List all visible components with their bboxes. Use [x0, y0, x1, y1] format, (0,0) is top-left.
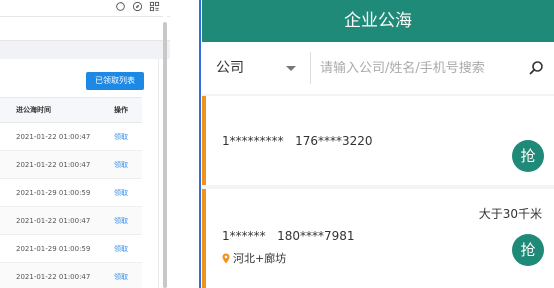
- contact-name-phone: 1********* 176****3220: [222, 134, 373, 148]
- grid-icon[interactable]: [149, 1, 160, 12]
- sea-table: 进公海时间 操作 2021-01-22 01:00:47 领取 2021-01-…: [0, 97, 142, 288]
- filter-dropdown[interactable]: 公司: [216, 42, 244, 94]
- location-text: 河北+廊坊: [233, 252, 287, 265]
- location: 河北+廊坊: [222, 250, 286, 266]
- section-gap: [0, 41, 170, 59]
- list-item[interactable]: 1********* 176****3220 抢: [202, 96, 554, 185]
- search-input[interactable]: [320, 54, 520, 82]
- contact-phone: 180****7981: [277, 229, 355, 243]
- column-header-action: 操作: [114, 106, 128, 114]
- time-cell: 2021-01-29 01:00:59: [16, 244, 91, 253]
- time-cell: 2021-01-22 01:00:47: [16, 132, 91, 141]
- window-divider: [199, 0, 201, 288]
- grab-button[interactable]: 抢: [512, 234, 544, 266]
- table-row: 2021-01-29 01:00:59 领取: [0, 235, 142, 263]
- contact-name: 1******: [222, 229, 266, 243]
- claim-link[interactable]: 领取: [100, 216, 142, 226]
- compass-icon[interactable]: [132, 1, 143, 12]
- search-icon[interactable]: [528, 60, 544, 76]
- time-cell: 2021-01-22 01:00:47: [16, 216, 91, 225]
- table-row: 2021-01-22 01:00:47 领取: [0, 151, 142, 179]
- claimed-list-button[interactable]: 已领取列表: [86, 72, 144, 90]
- scrollbar-thumb[interactable]: [163, 22, 167, 288]
- time-cell: 2021-01-29 01:00:59: [16, 188, 91, 197]
- app-header: 企业公海: [202, 0, 554, 42]
- mobile-app: 企业公海 公司 1********* 176****3220 抢 大于30千米 …: [202, 0, 554, 288]
- table-row: 2021-01-29 01:00:59 领取: [0, 179, 142, 207]
- location-pin-icon: [222, 253, 230, 263]
- claim-link[interactable]: 领取: [100, 160, 142, 170]
- divider: [0, 16, 170, 17]
- search-separator: [310, 52, 311, 84]
- claim-link[interactable]: 领取: [100, 244, 142, 254]
- window-gap: [170, 0, 202, 288]
- list-item[interactable]: 大于30千米 1****** 180****7981 河北+廊坊 抢: [202, 189, 554, 288]
- table-row: 2021-01-22 01:00:47 领取: [0, 207, 142, 235]
- column-header-time: 进公海时间: [16, 106, 51, 114]
- table-row: 2021-01-22 01:00:47 领取: [0, 263, 142, 288]
- time-cell: 2021-01-22 01:00:47: [16, 160, 91, 169]
- grab-button[interactable]: 抢: [512, 140, 544, 172]
- claim-link[interactable]: 领取: [100, 272, 142, 282]
- search-bar: 公司: [202, 42, 554, 94]
- table-header: 进公海时间 操作: [0, 97, 142, 123]
- claim-link[interactable]: 领取: [100, 132, 142, 142]
- claim-link[interactable]: 领取: [100, 188, 142, 198]
- list-item[interactable]: [202, 284, 554, 288]
- contact-name: 1*********: [222, 134, 284, 148]
- time-cell: 2021-01-22 01:00:47: [16, 272, 91, 281]
- distance-label: 大于30千米: [478, 207, 542, 221]
- caret-down-icon[interactable]: [286, 66, 296, 71]
- refresh-icon[interactable]: [115, 1, 126, 12]
- contact-phone: 176****3220: [295, 134, 373, 148]
- contact-name-phone: 1****** 180****7981: [222, 229, 355, 243]
- admin-panel: 已领取列表 进公海时间 操作 2021-01-22 01:00:47 领取 20…: [0, 0, 170, 288]
- page-title: 企业公海: [344, 11, 412, 31]
- toolbar-icons: [115, 0, 160, 12]
- table-row: 2021-01-22 01:00:47 领取: [0, 123, 142, 151]
